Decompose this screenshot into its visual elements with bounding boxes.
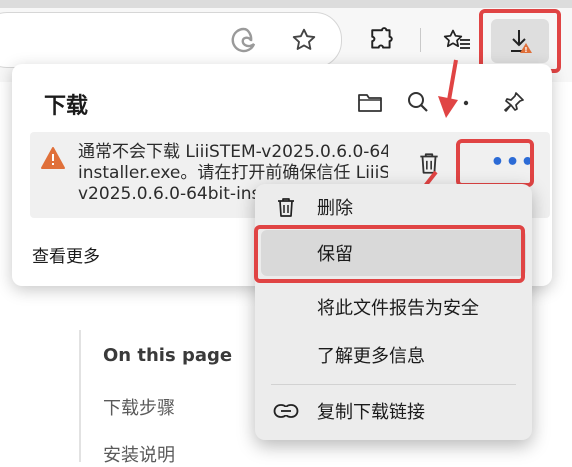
- menu-label-delete: 删除: [317, 198, 353, 219]
- link-icon: [255, 403, 317, 419]
- toc-item-install-guide[interactable]: 安装说明: [103, 441, 175, 467]
- download-context-menu: 删除 保留 将此文件报告为安全 了解更多信息 复制下载链接: [255, 184, 532, 440]
- menu-item-learn-more[interactable]: 了解更多信息: [255, 332, 532, 378]
- toc-item-download-steps[interactable]: 下载步骤: [103, 394, 175, 420]
- menu-item-delete[interactable]: 删除: [255, 184, 532, 230]
- on-this-page-heading: On this page: [103, 345, 233, 366]
- menu-label-learn-more: 了解更多信息: [317, 346, 425, 367]
- menu-label-copy-link: 复制下载链接: [317, 402, 425, 423]
- menu-item-report-safe[interactable]: 将此文件报告为安全: [255, 284, 532, 330]
- highlight-keep-item: [254, 225, 525, 283]
- arrow-line-1: [447, 59, 458, 101]
- toc-divider: [79, 330, 81, 462]
- trash-icon: [255, 195, 317, 219]
- arrow-head-1: [438, 96, 458, 118]
- menu-separator-2: [271, 384, 516, 385]
- menu-item-copy-link[interactable]: 复制下载链接: [255, 388, 532, 434]
- menu-label-report-safe: 将此文件报告为安全: [317, 298, 479, 319]
